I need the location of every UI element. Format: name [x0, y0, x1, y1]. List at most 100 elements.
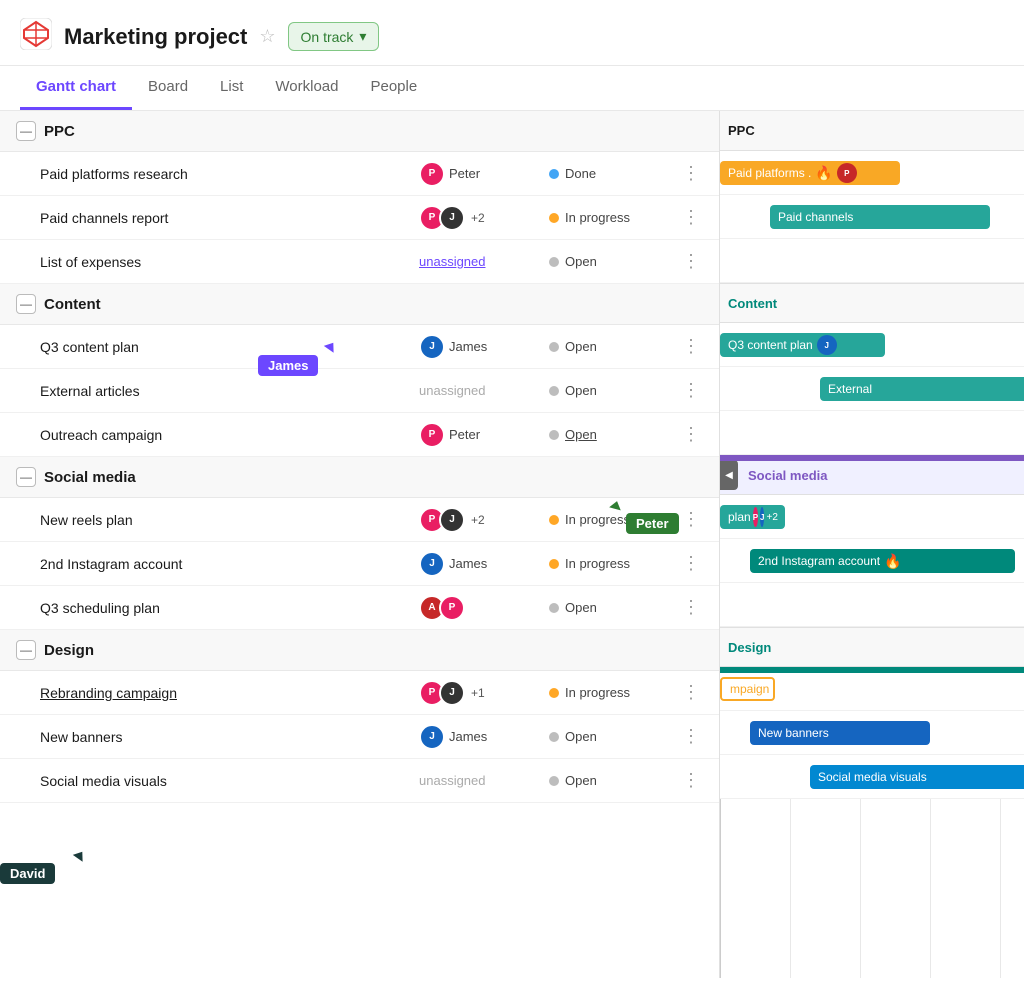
gantt-social-label: Social media [728, 468, 827, 483]
more-button[interactable]: ⋮ [679, 335, 703, 359]
more-button[interactable]: ⋮ [679, 596, 703, 620]
bar-label: 2nd Instagram account [758, 554, 880, 568]
more-button[interactable]: ⋮ [679, 206, 703, 230]
more-button[interactable]: ⋮ [679, 423, 703, 447]
scroll-left-button[interactable]: ◀ [720, 460, 738, 490]
assignee-area: J James [419, 551, 549, 577]
more-button[interactable]: ⋮ [679, 508, 703, 532]
avatar: P [837, 163, 857, 183]
table-row: Q3 content plan J James Open ⋮ [0, 325, 719, 369]
more-button[interactable]: ⋮ [679, 552, 703, 576]
plus-count: +2 [471, 513, 485, 527]
assignee-area: P Peter [419, 161, 549, 187]
avatar: J [817, 335, 837, 355]
status-text: Open [565, 773, 597, 788]
collapse-design[interactable]: — [16, 640, 36, 660]
gantt-bar-external: External [820, 377, 1024, 401]
header: Marketing project ☆ On track ▾ [0, 0, 1024, 66]
gantt-row: Q3 content plan J [720, 323, 1024, 367]
more-button[interactable]: ⋮ [679, 681, 703, 705]
assignee-area: J James [419, 724, 549, 750]
plus-count: +2 [471, 211, 485, 225]
gantt-row: Paid platforms . 🔥 P [720, 151, 1024, 195]
task-name: Q3 scheduling plan [40, 600, 419, 616]
more-button[interactable]: ⋮ [679, 250, 703, 274]
gantt-row: mpaign [720, 667, 1024, 711]
collapse-ppc[interactable]: — [16, 121, 36, 141]
gantt-row: New banners [720, 711, 1024, 755]
collapse-social[interactable]: — [16, 467, 36, 487]
gantt-row [720, 411, 1024, 455]
gantt-bar-paid-platforms: Paid platforms . 🔥 P [720, 161, 900, 185]
assignee-name: James [449, 729, 487, 744]
task-name: Paid platforms research [40, 166, 419, 182]
task-name: New banners [40, 729, 419, 745]
status-text: In progress [565, 685, 630, 700]
collapse-content[interactable]: — [16, 294, 36, 314]
status-text: Open [565, 600, 597, 615]
bar-label: New banners [758, 726, 829, 740]
gantt-design-top-bar [720, 667, 1024, 673]
more-button[interactable]: ⋮ [679, 162, 703, 186]
table-row: Paid platforms research P Peter Done ⋮ [0, 152, 719, 196]
tab-workload[interactable]: Workload [259, 66, 354, 110]
status-badge[interactable]: On track ▾ [288, 22, 380, 51]
tab-board[interactable]: Board [132, 66, 204, 110]
gantt-bar-banners: New banners [750, 721, 930, 745]
more-button[interactable]: ⋮ [679, 725, 703, 749]
gantt-row: plan P J +2 [720, 495, 1024, 539]
status-dot [549, 430, 559, 440]
status-dot [549, 732, 559, 742]
task-name: Q3 content plan [40, 339, 419, 355]
table-row: Outreach campaign P Peter Open ⋮ [0, 413, 719, 457]
bar-label: mpaign [730, 682, 769, 696]
star-icon[interactable]: ☆ [259, 26, 275, 47]
section-ppc-header: — PPC [0, 111, 719, 152]
more-button[interactable]: ⋮ [679, 379, 703, 403]
table-row: New banners J James Open ⋮ [0, 715, 719, 759]
bar-label: Paid channels [778, 210, 853, 224]
unassigned-text: unassigned [419, 383, 486, 398]
task-name: Outreach campaign [40, 427, 419, 443]
gantt-content-label: Content [728, 296, 777, 311]
project-title: Marketing project [64, 24, 247, 50]
assignee-name: James [449, 339, 487, 354]
gantt-bar-paid-channels: Paid channels [770, 205, 990, 229]
bar-label: Paid platforms . [728, 166, 811, 180]
task-name: New reels plan [40, 512, 419, 528]
table-row: New reels plan P J +2 In progress ⋮ [0, 498, 719, 542]
gantt-row [720, 239, 1024, 283]
status-text: In progress [565, 210, 630, 225]
assignee-area: unassigned [419, 383, 549, 398]
status-text: Open [565, 383, 597, 398]
gantt-ppc-label: PPC [728, 123, 755, 138]
more-button[interactable]: ⋮ [679, 769, 703, 793]
status-area: Open [549, 773, 679, 788]
task-name: Social media visuals [40, 773, 419, 789]
assignee-area: J James [419, 334, 549, 360]
table-row: External articles unassigned Open ⋮ [0, 369, 719, 413]
status-dot [549, 688, 559, 698]
status-text: Open [565, 254, 597, 269]
plus-count: +1 [471, 686, 485, 700]
status-dot [549, 515, 559, 525]
assignee-area: unassigned [419, 773, 549, 788]
status-text: Open [565, 427, 597, 442]
status-text: In progress [565, 556, 630, 571]
tab-gantt[interactable]: Gantt chart [20, 66, 132, 110]
gantt-panel: PPC Paid platforms . 🔥 P Paid channels C… [720, 111, 1024, 978]
tab-people[interactable]: People [354, 66, 433, 110]
tab-list[interactable]: List [204, 66, 259, 110]
gantt-bar-reels: plan P J +2 [720, 505, 785, 529]
unassigned-link[interactable]: unassigned [419, 254, 486, 269]
status-area: Open [549, 729, 679, 744]
table-row: Rebranding campaign P J +1 In progress ⋮ [0, 671, 719, 715]
status-area: Open [549, 600, 679, 615]
status-dot [549, 213, 559, 223]
gantt-row: Paid channels [720, 195, 1024, 239]
assignee-name: Peter [449, 166, 480, 181]
gantt-row: Social media visuals [720, 755, 1024, 799]
section-design-title: Design [44, 642, 94, 659]
tabs-bar: Gantt chart Board List Workload People [0, 66, 1024, 111]
gantt-content-header: Content [720, 283, 1024, 323]
